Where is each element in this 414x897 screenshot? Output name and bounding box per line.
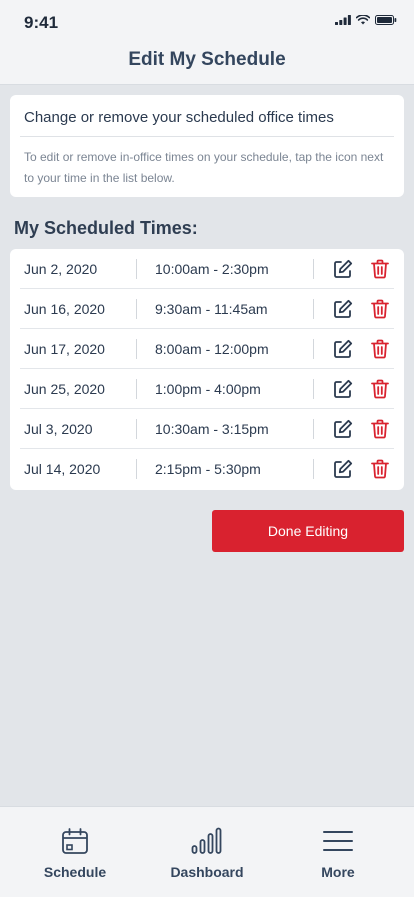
schedule-time: 2:15pm - 5:30pm	[155, 461, 261, 477]
delete-button[interactable]	[371, 339, 389, 359]
edit-icon	[334, 299, 353, 318]
schedule-list: Jun 2, 2020 10:00am - 2:30pm Jun 16, 202…	[10, 249, 404, 490]
divider	[20, 136, 394, 137]
schedule-date: Jun 25, 2020	[24, 381, 105, 397]
schedule-row: Jul 14, 2020 2:15pm - 5:30pm	[10, 449, 404, 489]
divider	[313, 339, 314, 359]
delete-button[interactable]	[371, 379, 389, 399]
schedule-time: 1:00pm - 4:00pm	[155, 381, 261, 397]
tab-label: More	[321, 864, 355, 880]
page-title: Edit My Schedule	[128, 49, 286, 70]
schedule-time: 8:00am - 12:00pm	[155, 341, 269, 357]
trash-icon	[371, 419, 389, 439]
battery-icon	[375, 15, 397, 25]
navigation-bar: Edit My Schedule	[0, 44, 414, 85]
divider	[313, 299, 314, 319]
delete-button[interactable]	[371, 299, 389, 319]
trash-icon	[371, 339, 389, 359]
divider	[136, 419, 137, 439]
tab-label: Dashboard	[170, 864, 244, 880]
divider	[313, 379, 314, 399]
delete-button[interactable]	[371, 419, 389, 439]
tab-bar: Schedule Dashboard More	[0, 806, 414, 897]
tab-dashboard[interactable]: Dashboard	[147, 807, 267, 897]
delete-button[interactable]	[371, 259, 389, 279]
trash-icon	[371, 259, 389, 279]
divider	[136, 459, 137, 479]
schedule-date: Jun 2, 2020	[24, 261, 98, 277]
schedule-time: 10:00am - 2:30pm	[155, 261, 269, 277]
divider	[313, 459, 314, 479]
edit-icon	[334, 379, 353, 398]
edit-button[interactable]	[333, 299, 353, 319]
schedule-date: Jul 14, 2020	[24, 461, 101, 477]
delete-button[interactable]	[371, 459, 389, 479]
tab-label: Schedule	[43, 864, 107, 880]
status-time: 9:41	[24, 13, 59, 32]
divider	[313, 419, 314, 439]
schedule-row: Jul 3, 2020 10:30am - 3:15pm	[10, 409, 404, 449]
tab-more[interactable]: More	[278, 807, 398, 897]
schedule-row: Jun 2, 2020 10:00am - 2:30pm	[10, 249, 404, 289]
edit-icon	[334, 339, 353, 358]
schedule-date: Jul 3, 2020	[24, 421, 93, 437]
info-card-description: To edit or remove in-office times on you…	[24, 150, 384, 185]
calendar-icon	[62, 828, 88, 854]
edit-button[interactable]	[333, 379, 353, 399]
schedule-row: Jun 17, 2020 8:00am - 12:00pm	[10, 329, 404, 369]
cellular-signal-icon	[335, 15, 351, 25]
section-heading: My Scheduled Times:	[14, 218, 198, 238]
divider	[136, 339, 137, 359]
divider	[136, 259, 137, 279]
edit-icon	[334, 259, 353, 278]
edit-button[interactable]	[333, 339, 353, 359]
divider	[136, 379, 137, 399]
schedule-date: Jun 16, 2020	[24, 301, 105, 317]
trash-icon	[371, 459, 389, 479]
menu-icon	[323, 831, 353, 851]
info-card: Change or remove your scheduled office t…	[10, 95, 404, 197]
divider	[313, 259, 314, 279]
divider	[136, 299, 137, 319]
status-icons	[335, 15, 397, 25]
trash-icon	[371, 299, 389, 319]
tab-schedule[interactable]: Schedule	[15, 807, 135, 897]
schedule-time: 10:30am - 3:15pm	[155, 421, 269, 437]
edit-button[interactable]	[333, 259, 353, 279]
schedule-date: Jun 17, 2020	[24, 341, 105, 357]
bar-chart-icon	[191, 827, 222, 854]
info-card-title: Change or remove your scheduled office t…	[24, 109, 334, 126]
wifi-icon	[356, 15, 370, 25]
schedule-time: 9:30am - 11:45am	[155, 301, 268, 317]
edit-icon	[334, 459, 353, 478]
status-bar: 9:41	[0, 0, 414, 44]
trash-icon	[371, 379, 389, 399]
edit-button[interactable]	[333, 459, 353, 479]
schedule-row: Jun 25, 2020 1:00pm - 4:00pm	[10, 369, 404, 409]
edit-icon	[334, 419, 353, 438]
schedule-row: Jun 16, 2020 9:30am - 11:45am	[10, 289, 404, 329]
done-editing-button[interactable]: Done Editing	[212, 510, 404, 552]
edit-button[interactable]	[333, 419, 353, 439]
